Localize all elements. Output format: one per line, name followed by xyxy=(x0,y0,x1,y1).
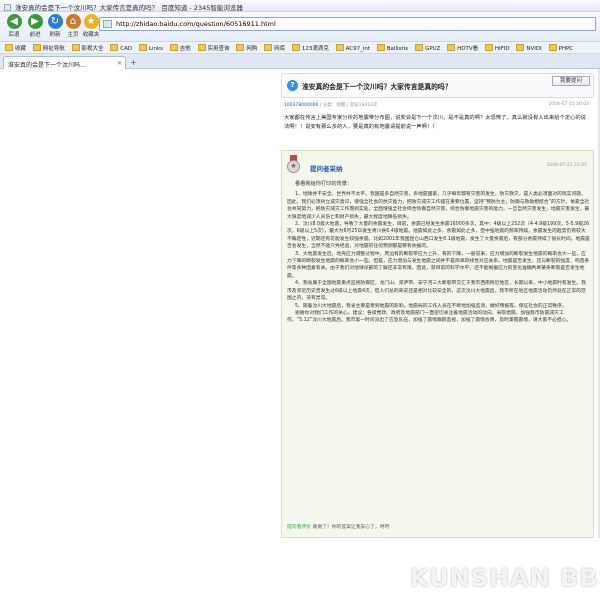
favorites-item[interactable]: Ballistix xyxy=(377,44,409,52)
review-text: 谢谢了！你的答案让我安心了，呵呵 xyxy=(312,525,390,530)
favorites-item[interactable]: 123滴滴克 xyxy=(292,44,329,52)
browser-toolbar: ◀ 后退 ▶ 前进 ↻ 刷新 ⌂ 主页 ★ 收藏夹 http://zhidao.… xyxy=(0,12,600,42)
url-text: http://zhidao.baidu.com/question/6051691… xyxy=(116,20,276,28)
question-icon: ? xyxy=(287,80,298,91)
new-tab-icon[interactable]: + xyxy=(130,58,137,67)
forward-arrow-icon: ▶ xyxy=(27,14,43,29)
asker-link[interactable]: 100378000000 xyxy=(284,103,318,108)
favorites-item[interactable]: Links xyxy=(139,44,163,52)
answer-date: 2008-07-21 21:05 xyxy=(546,163,587,168)
favorites-item[interactable]: HDTV看 xyxy=(447,44,478,52)
question-header: ? 淮安真的会是下一个汶川吗？大家传言是真的吗？ 我要提问 xyxy=(281,73,594,98)
back-button[interactable]: ◀ 后退 xyxy=(3,14,25,38)
watermark: KUNSHAN BBS xyxy=(410,564,600,592)
page-icon xyxy=(103,20,112,28)
favorites-item[interactable]: 网购 xyxy=(236,44,257,52)
asker-review: 提问者评价 谢谢了！你的答案让我安心了，呵呵 xyxy=(287,523,590,530)
favorites-item[interactable]: NVIDI xyxy=(516,44,541,52)
question-meta-text: | 分类：地震 | 浏览19416次 xyxy=(319,103,378,108)
favorites-item[interactable]: GPUZ xyxy=(415,44,440,52)
answer-intro: 看看我给你打印的背景： xyxy=(295,181,353,187)
close-icon[interactable]: ✕ xyxy=(117,60,122,67)
medal-icon: ★ xyxy=(286,155,301,175)
favorites-item[interactable]: 吉他 xyxy=(170,44,191,52)
favorites-item[interactable]: 网址导航 xyxy=(33,44,65,52)
ask-button[interactable]: 我要提问 xyxy=(552,76,590,86)
favorites-item[interactable]: 收藏 xyxy=(5,44,26,52)
page-viewport: ? 淮安真的会是下一个汶川吗？大家传言是真的吗？ 我要提问 1003780000… xyxy=(0,69,600,592)
favorites-item[interactable]: 网库 xyxy=(264,44,285,52)
star-icon: ★ xyxy=(83,14,99,29)
question-date: 2008-07-15 16:03 xyxy=(548,102,589,107)
answer-paragraph: 4、我省属于全国地震重点监视防御区，龙门山、郯庐带、安宁河三大断裂带交汇于我市西… xyxy=(287,281,586,302)
favorites-item[interactable]: HIFID xyxy=(485,44,510,52)
favorites-item[interactable]: CAD xyxy=(110,44,132,52)
answer-paragraph: 2、汶川8.0级大地震，导致了大量的余震发生，目前，余震已经发生余震16000多… xyxy=(287,222,590,250)
answer-paragraph: 谢谢你对我们工作的关心，建议：各级党政、政府及地震部门一直密切关注着地震活动的动… xyxy=(287,310,572,324)
favorites-item[interactable]: 影视大全 xyxy=(72,44,104,52)
best-answer: ★ 提问者采纳 2008-07-21 21:05 看看我给你打印的背景： 1、地… xyxy=(281,150,594,538)
tab-bar: 淮安真的会是下一个汶川吗... ✕ + xyxy=(0,54,600,69)
question-content: ? 淮安真的会是下一个汶川吗？大家传言是真的吗？ 我要提问 1003780000… xyxy=(281,69,600,538)
window-title: 淮安真的会是下一个汶川吗？大家传言是真的吗？_百度知道 - 2345智能浏览器 xyxy=(15,4,243,12)
refresh-icon: ↻ xyxy=(47,14,63,29)
blank-left-area xyxy=(0,69,278,538)
page-icon xyxy=(4,4,11,11)
question-title: 淮安真的会是下一个汶川吗？大家传言是真的吗？ xyxy=(302,83,452,91)
address-bar[interactable]: http://zhidao.baidu.com/question/6051691… xyxy=(99,17,596,31)
back-arrow-icon: ◀ xyxy=(6,14,22,29)
favorites-item[interactable]: 实用查询 xyxy=(198,44,230,52)
favorites-item[interactable]: PHPC xyxy=(549,44,574,52)
question-meta: 100378000000 | 分类：地震 | 浏览19416次 2008-07-… xyxy=(284,102,589,108)
forward-button[interactable]: ▶ 前进 xyxy=(24,14,46,38)
favorites-item[interactable]: AC97_int xyxy=(336,44,370,52)
home-icon: ⌂ xyxy=(65,14,81,29)
tab-title: 淮安真的会是下一个汶川吗... xyxy=(8,62,86,69)
window-titlebar: 淮安真的会是下一个汶川吗？大家传言是真的吗？_百度知道 - 2345智能浏览器 xyxy=(0,0,600,12)
answer-text: 看看我给你打印的背景： 1、地球并不安全，世界并不太平。我国是多自然灾害，多地震… xyxy=(287,181,590,325)
answer-paragraph: 1、地球并不安全，世界并不太平。我国是多自然灾害，多地震国家，几乎每年都有灾害的… xyxy=(287,192,590,220)
review-label: 提问者评价 xyxy=(287,525,311,530)
tab-current[interactable]: 淮安真的会是下一个汶川吗... ✕ xyxy=(3,56,126,69)
answer-paragraph: 3、大地震发生后，地壳应力调整过程中，周边有的断裂带应力上升，有的下降，一般说来… xyxy=(287,251,590,279)
question-body: 大家都在传言上美国专家分析的地震带分布图，说安会是下一个汶川，是不是真的啊？太恐… xyxy=(284,115,586,130)
favorites-bar: 收藏 网址导航 影视大全 CAD Links 吉他 实用查询 网购 网库 123… xyxy=(0,42,600,54)
answer-label: 提问者采纳 xyxy=(310,165,343,173)
answer-paragraph: 5、随着汶川大地震后，我省主要是受到地震的影响，地震局的工作人员在不断地加强监测… xyxy=(295,303,567,309)
